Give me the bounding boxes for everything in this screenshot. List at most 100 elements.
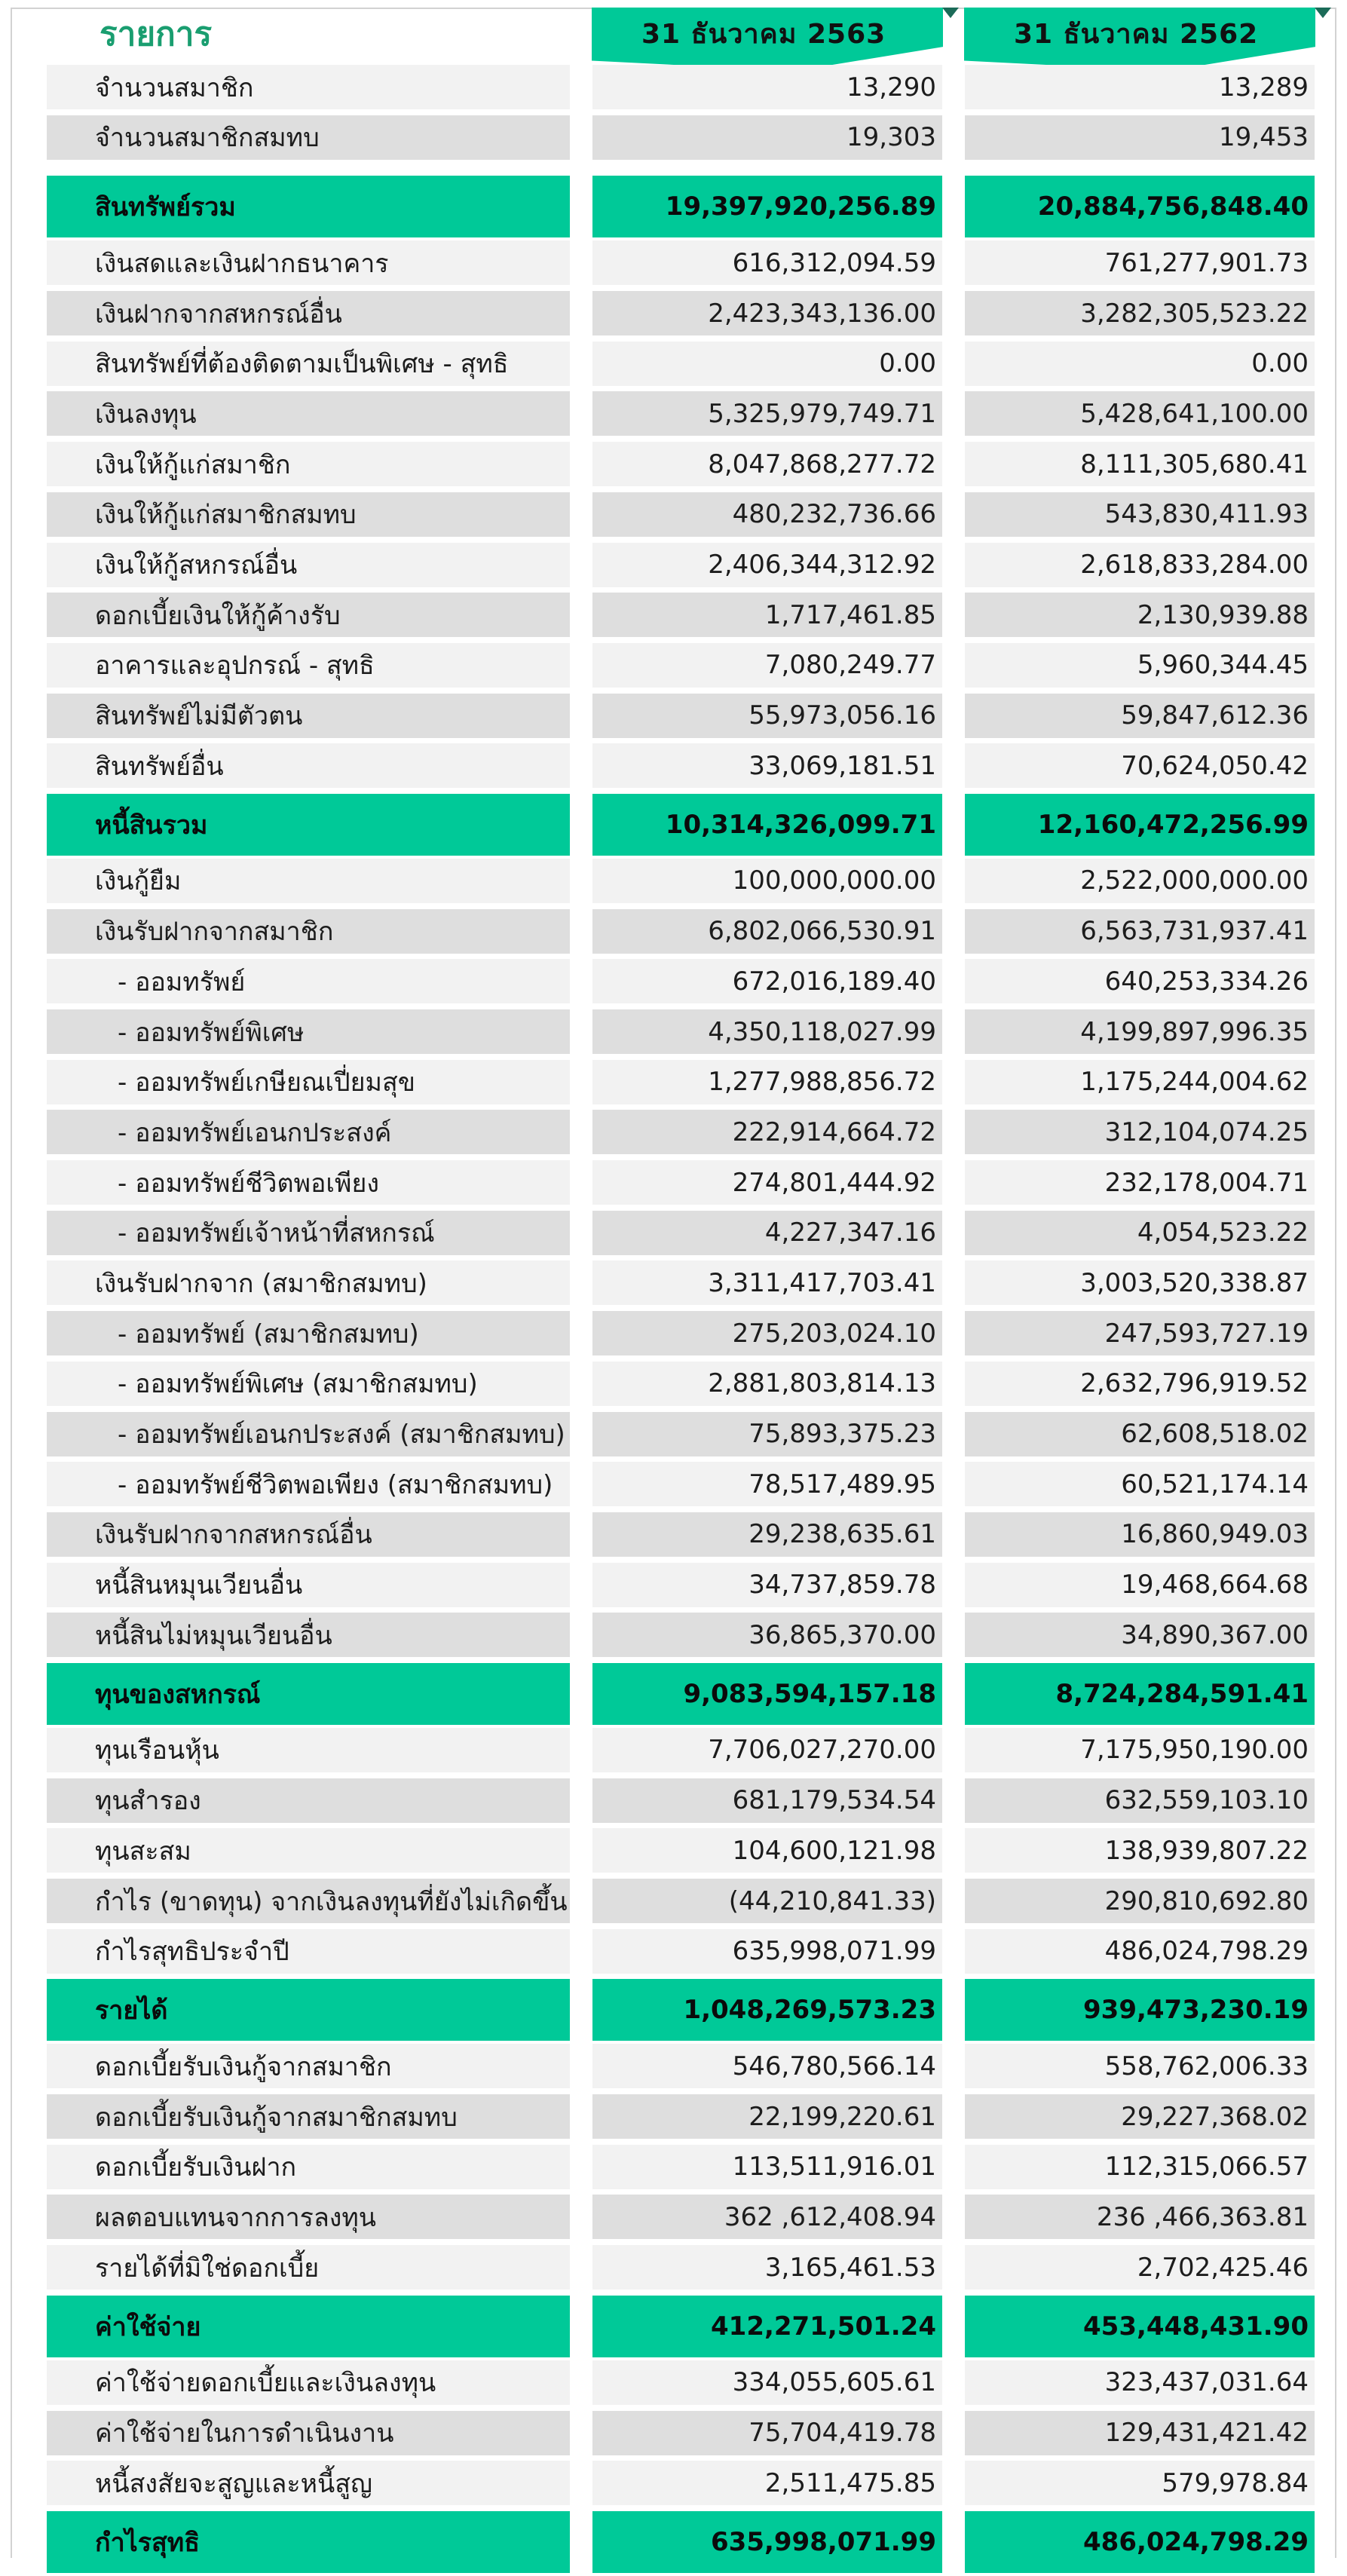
column-gap [570, 2094, 592, 2139]
table-row: กำไรสุทธิประจำปี 635,998,071.99 486,024,79… [47, 1928, 1315, 1980]
value-2563: 0.00 [592, 341, 942, 386]
section-header-row: กำไรสุทธิ 635,998,071.99 486,024,798.29 [47, 2510, 1315, 2576]
value-2562: 232,178,004.71 [965, 1160, 1315, 1205]
table-row: จำนวนสมาชิกสมทบ 19,303 19,453 [47, 115, 1315, 166]
column-gap [942, 1879, 965, 1923]
section-header-row: สินทรัพย์รวม 19,397,920,256.89 20,884,756,… [47, 176, 1315, 240]
value-2562: 579,978.84 [965, 2461, 1315, 2506]
value-2563: 4,227,347.16 [592, 1210, 942, 1255]
column-gap [942, 1512, 965, 1557]
table-row: ทุนเรือนหุ้น 7,706,027,270.00 7,175,950,19… [47, 1727, 1315, 1778]
column-gap [570, 1563, 592, 1607]
column-gap [942, 342, 965, 386]
column-gap [942, 1060, 965, 1104]
column-gap [570, 794, 592, 856]
row-label: - ออมทรัพย์เจ้าหน้าที่สหกรณ์ [47, 1210, 570, 1255]
row-label: ผลตอบแทนจากการลงทุน [47, 2195, 570, 2240]
value-2562: 247,593,727.19 [965, 1311, 1315, 1356]
value-2562: 19,468,664.68 [965, 1562, 1315, 1607]
table-row: ทุนสะสม 104,600,121.98 138,939,807.22 [47, 1828, 1315, 1879]
row-label: ค่าใช้จ่ายดอกเบี้ยและเงินลงทุน [47, 2360, 570, 2405]
value-2563: 13,290 [592, 65, 942, 109]
column-gap [942, 859, 965, 903]
row-label: เงินลงทุน [47, 391, 570, 436]
row-label: เงินให้กู้สหกรณ์อื่น [47, 542, 570, 587]
column-gap [570, 1412, 592, 1456]
table-row: หนี้สงสัยจะสูญและหนี้สูญ 2,511,475.85 579,… [47, 2461, 1315, 2511]
column-gap [570, 2245, 592, 2290]
column-gap [942, 1979, 965, 2041]
column-gap [942, 959, 965, 1003]
column-gap [942, 2145, 965, 2189]
value-2563: 5,325,979,749.71 [592, 391, 942, 436]
column-gap [570, 2296, 592, 2357]
value-2562: 20,884,756,848.40 [965, 176, 1315, 238]
value-2562: 486,024,798.29 [965, 1928, 1315, 1974]
section-header-row: หนี้สินรวม 10,314,326,099.71 12,160,472,25… [47, 793, 1315, 859]
table-row: เงินให้กู้สหกรณ์อื่น 2,406,344,312.92 2,61… [47, 542, 1315, 593]
value-2563: 672,016,189.40 [592, 959, 942, 1004]
column-gap [942, 2094, 965, 2139]
column-gap [570, 1211, 592, 1255]
row-label: - ออมทรัพย์เอนกประสงค์ [47, 1110, 570, 1155]
value-2563: 10,314,326,099.71 [592, 793, 942, 856]
column-gap [570, 115, 592, 160]
value-2562: 543,830,411.93 [965, 492, 1315, 537]
column-gap [942, 1412, 965, 1456]
column-gap [942, 1563, 965, 1607]
value-2562: 640,253,334.26 [965, 959, 1315, 1004]
value-2563: 480,232,736.66 [592, 492, 942, 537]
tab-notch-icon [1315, 8, 1331, 18]
column-gap [570, 291, 592, 335]
column-gap [942, 65, 965, 109]
table-row: เงินฝากจากสหกรณ์อื่น 2,423,343,136.00 3,28… [47, 291, 1315, 342]
column-gap [570, 1311, 592, 1355]
column-gap [570, 859, 592, 903]
value-2562: 5,960,344.45 [965, 642, 1315, 688]
value-2562: 62,608,518.02 [965, 1411, 1315, 1456]
value-2563: 7,080,249.77 [592, 642, 942, 688]
column-gap [570, 1728, 592, 1772]
column-gap [942, 2411, 965, 2455]
value-2562: 13,289 [965, 65, 1315, 109]
value-2563: 100,000,000.00 [592, 858, 942, 903]
row-label: สินทรัพย์ที่ต้องติดตามเป็นพิเศษ - สุทธิ [47, 341, 570, 386]
value-2562: 761,277,901.73 [965, 240, 1315, 286]
value-2562: 19,453 [965, 115, 1315, 160]
value-2563: 275,203,024.10 [592, 1311, 942, 1356]
value-2563: 104,600,121.98 [592, 1828, 942, 1873]
value-2563: (44,210,841.33) [592, 1879, 942, 1923]
value-2562: 59,847,612.36 [965, 693, 1315, 738]
value-2563: 6,802,066,530.91 [592, 908, 942, 954]
row-label: ดอกเบี้ยรับเงินกู้จากสมาชิกสมทบ [47, 2094, 570, 2140]
value-2562: 34,890,367.00 [965, 1613, 1315, 1658]
row-label: ค่าใช้จ่ายในการดำเนินงาน [47, 2410, 570, 2455]
value-2562: 5,428,641,100.00 [965, 391, 1315, 436]
column-gap [942, 543, 965, 587]
value-2562: 0.00 [965, 341, 1315, 386]
value-2563: 546,780,566.14 [592, 2044, 942, 2089]
value-2563: 222,914,664.72 [592, 1110, 942, 1155]
column-gap [942, 1462, 965, 1506]
column-gap [942, 743, 965, 788]
value-2563: 1,277,988,856.72 [592, 1059, 942, 1104]
row-label: สินทรัพย์ไม่มีตัวตน [47, 693, 570, 738]
value-2562: 486,024,798.29 [965, 2510, 1315, 2573]
column-gap [570, 909, 592, 954]
row-label: เงินให้กู้แก่สมาชิกสมทบ [47, 492, 570, 537]
value-2563: 616,312,094.59 [592, 240, 942, 286]
value-2563: 4,350,118,027.99 [592, 1009, 942, 1054]
column-gap [570, 1362, 592, 1406]
column-gap [942, 115, 965, 160]
column-gap [942, 1160, 965, 1205]
column-gap [570, 1879, 592, 1923]
table-row: - ออมทรัพย์เกษียณเปี่ยมสุข 1,277,988,856.… [47, 1059, 1315, 1110]
value-2563: 36,865,370.00 [592, 1613, 942, 1658]
table-row: ดอกเบี้ยรับเงินฝาก 113,511,916.01 112,315,… [47, 2144, 1315, 2195]
column-gap [570, 176, 592, 237]
row-label: อาคารและอุปกรณ์ - สุทธิ [47, 642, 570, 688]
value-2562: 3,282,305,523.22 [965, 291, 1315, 336]
column-gap [942, 492, 965, 537]
value-2562: 939,473,230.19 [965, 1979, 1315, 2042]
